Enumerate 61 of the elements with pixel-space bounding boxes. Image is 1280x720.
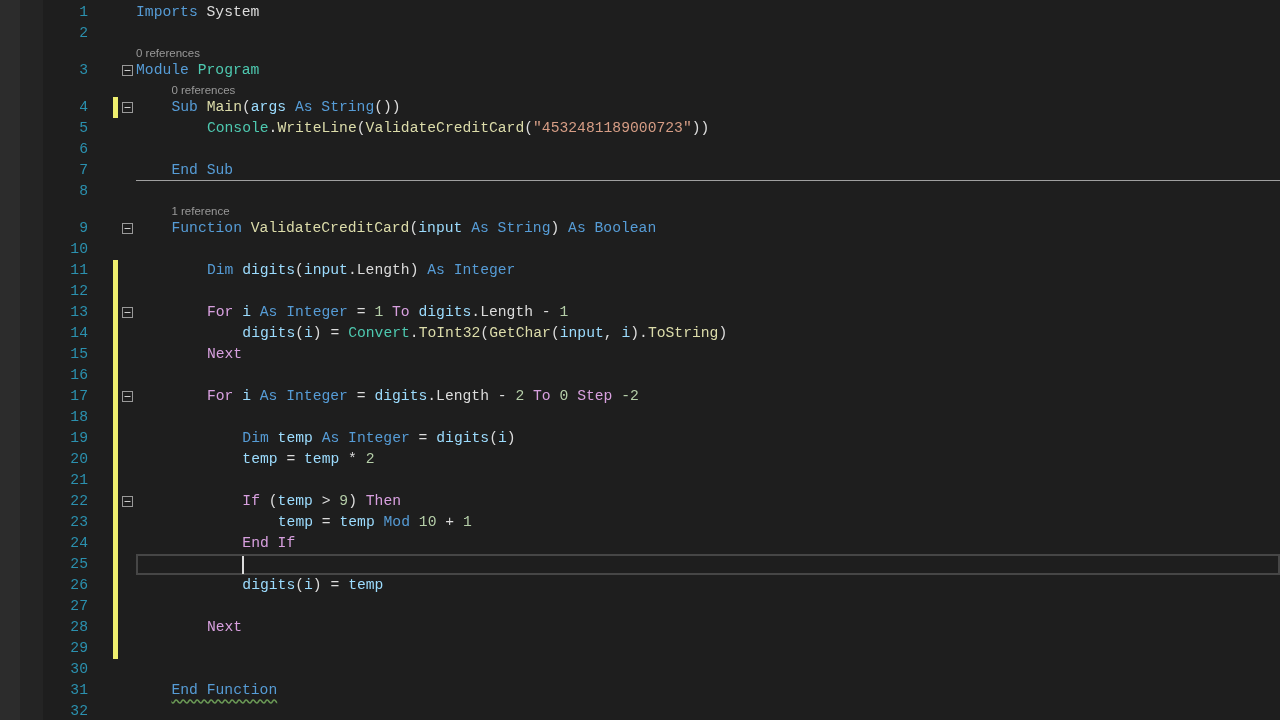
code-line: Function ValidateCreditCard(input As String) As Boolean (171, 219, 657, 239)
line-number: 30 (69, 660, 88, 680)
code-line: End Function (171, 681, 278, 701)
collapse-icon[interactable] (121, 307, 133, 318)
line-number: 31 (69, 681, 88, 701)
code-line: Imports System (136, 3, 260, 23)
line-number: 16 (69, 366, 88, 386)
line-number: 28 (69, 618, 88, 638)
line-number: 14 (69, 324, 88, 344)
line-number: 32 (69, 702, 88, 720)
code-line: End Sub (171, 161, 234, 180)
line-number: 25 (69, 555, 88, 575)
code-line: End If (242, 534, 296, 554)
line-number: 15 (69, 345, 88, 365)
collapse-icon[interactable] (121, 391, 133, 402)
code-line: Sub Main(args As String()) (171, 98, 401, 118)
code-line: Next (206, 618, 243, 638)
line-number: 18 (69, 408, 88, 428)
line-number: 26 (69, 576, 88, 596)
codelens-references[interactable]: 0 references (136, 46, 200, 60)
line-number: 23 (69, 513, 88, 533)
code-line: Dim digits(input.Length) As Integer (206, 261, 516, 281)
collapse-icon[interactable] (121, 102, 133, 113)
line-number: 17 (69, 387, 88, 407)
line-number: 20 (69, 450, 88, 470)
line-number: 27 (69, 597, 88, 617)
code-line: Dim temp As Integer = digits(i) (242, 429, 516, 449)
line-number: 8 (78, 182, 88, 202)
line-number: 4 (78, 98, 88, 118)
line-number: 1 (78, 3, 88, 23)
text-cursor (242, 555, 245, 574)
code-line: temp = temp Mod 10 + 1 (277, 513, 472, 533)
line-number: 22 (69, 492, 88, 512)
codelens-references[interactable]: 1 reference (171, 204, 230, 218)
line-number: 24 (69, 534, 88, 554)
code-line: If (temp > 9) Then (242, 492, 402, 512)
code-line: temp = temp * 2 (242, 450, 375, 470)
line-number: 19 (69, 429, 88, 449)
code-line: Module Program (136, 61, 260, 81)
line-number: 13 (69, 303, 88, 323)
codelens-references[interactable]: 0 references (171, 83, 236, 97)
line-number: 29 (69, 639, 88, 659)
line-number: 7 (78, 161, 88, 181)
collapse-icon[interactable] (121, 65, 133, 76)
line-number: 9 (78, 219, 88, 239)
line-number: 21 (69, 471, 88, 491)
collapse-icon[interactable] (121, 496, 133, 507)
code-line: Next (206, 345, 243, 365)
line-number: 11 (69, 261, 88, 281)
line-number: 3 (78, 61, 88, 81)
line-number: 6 (78, 140, 88, 160)
collapse-icon[interactable] (121, 223, 133, 234)
line-number: 12 (69, 282, 88, 302)
code-line: digits(i) = Convert.ToInt32(GetChar(input, i).ToString) (242, 324, 728, 344)
line-number: 10 (69, 240, 88, 260)
line-number: 2 (78, 24, 88, 44)
code-line: digits(i) = temp (242, 576, 384, 596)
line-number: 5 (78, 119, 88, 139)
code-line: For i As Integer = digits.Length - 2 To 0 Step -2 (206, 387, 639, 407)
code-line: For i As Integer = 1 To digits.Length - 1 (206, 303, 569, 323)
code-line: Console.WriteLine(ValidateCreditCard("4532481189000723")) (206, 119, 710, 139)
